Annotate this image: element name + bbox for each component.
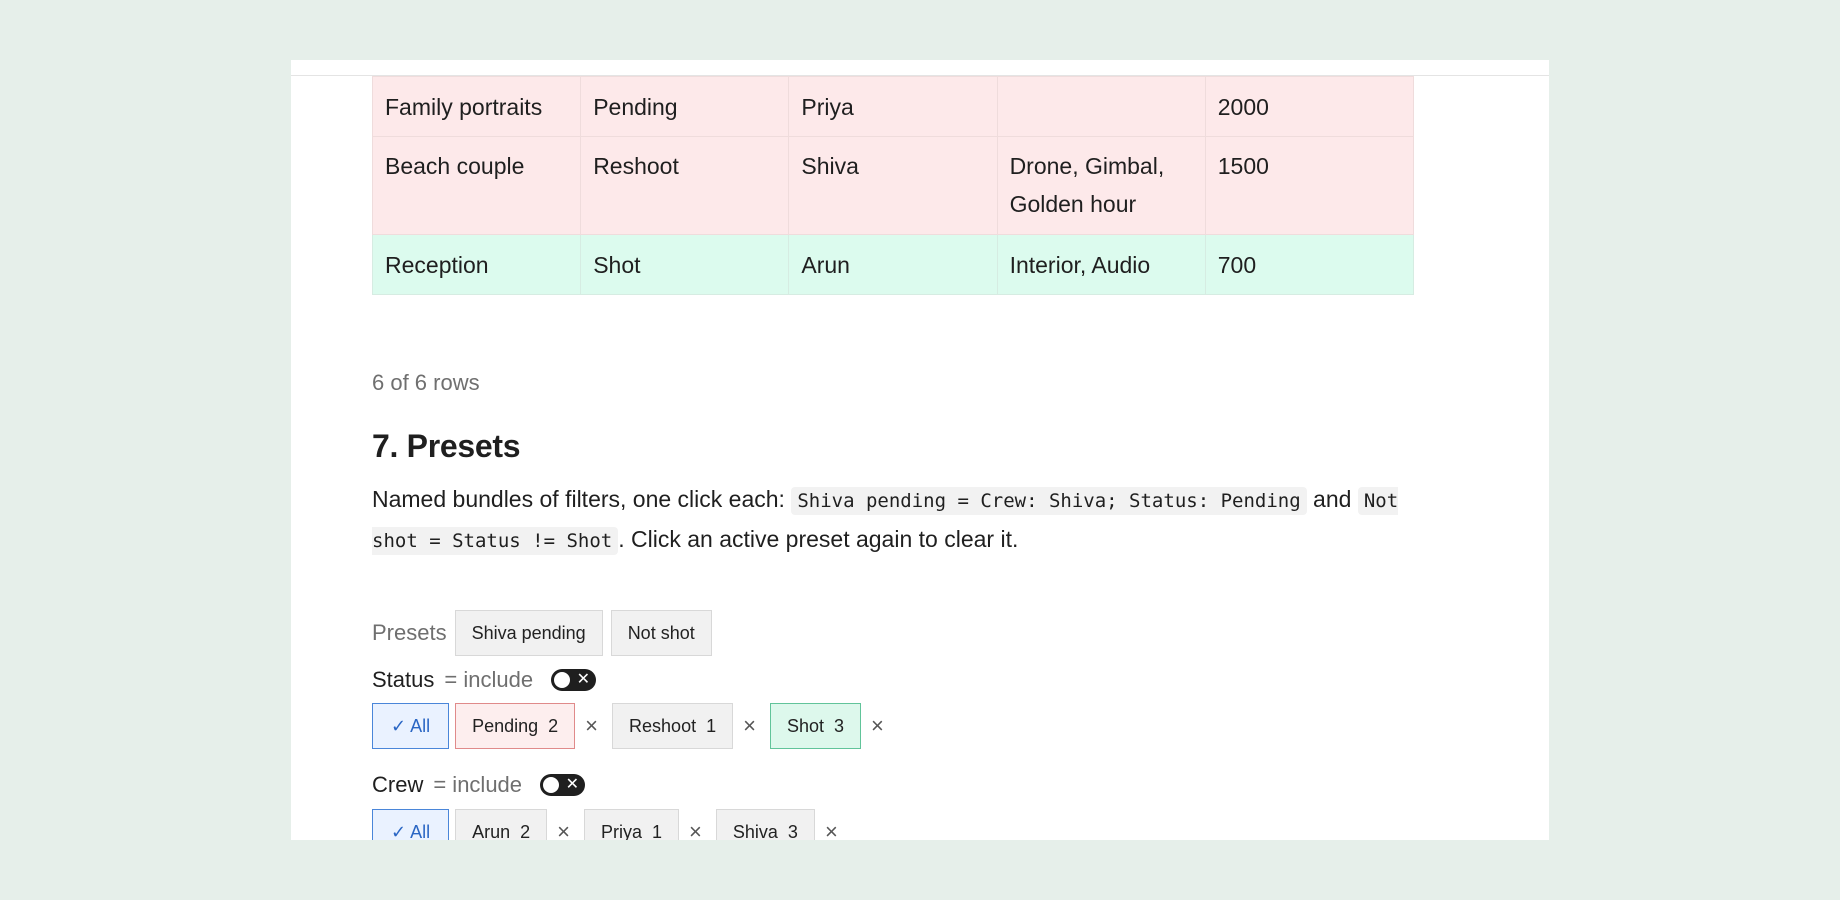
chip-all[interactable]: ✓ All	[372, 809, 450, 840]
table-cell: Reception	[371, 234, 582, 295]
crew-filter-header: Crew = include ✕	[372, 772, 586, 798]
data-table: Family portraits Pending Priya 2000 Beac…	[371, 76, 1415, 295]
remove-icon[interactable]: ×	[871, 713, 884, 739]
chip-priya[interactable]: Priya 1	[584, 809, 680, 841]
preset-button-shiva-pending[interactable]: Shiva pending	[454, 610, 603, 656]
chip-count: 1	[706, 715, 717, 736]
crew-chips: ✓ All Arun 2 × Priya 1 × Shiva 3 ×	[372, 809, 852, 840]
table-cell	[996, 76, 1206, 137]
chip-label: Shot	[786, 715, 824, 736]
table-cell: Family portraits	[371, 76, 582, 137]
table-cell: Interior, Audio	[996, 234, 1206, 295]
section-title: 7. Presets	[372, 428, 521, 464]
chip-shot[interactable]: Shot 3	[769, 703, 861, 749]
page: Family portraits Pending Priya 2000 Beac…	[291, 60, 1549, 840]
include-exclude-toggle[interactable]: ✕	[540, 774, 586, 796]
table-row: Family portraits Pending Priya 2000	[371, 76, 1415, 137]
remove-icon[interactable]: ×	[825, 819, 838, 840]
content: Family portraits Pending Priya 2000 Beac…	[371, 76, 1422, 840]
chip-pending[interactable]: Pending 2	[455, 703, 576, 749]
table-cell: Arun	[788, 234, 998, 295]
table-cell: 2000	[1204, 76, 1415, 137]
chip-count: 3	[833, 715, 844, 736]
table-row: Beach couple Reshoot Shiva Drone, Gimbal…	[371, 136, 1415, 235]
table-cell: Beach couple	[371, 136, 582, 235]
table-cell: Pending	[580, 76, 790, 137]
table-cell: Shiva	[788, 136, 998, 235]
table-cell: Drone, Gimbal, Golden hour	[996, 136, 1206, 235]
remove-icon[interactable]: ×	[585, 713, 598, 739]
chip-count: 1	[652, 821, 663, 841]
chip-count: 3	[787, 821, 798, 841]
remove-icon[interactable]: ×	[743, 713, 756, 739]
table-row: Reception Shot Arun Interior, Audio 700	[371, 234, 1415, 295]
chip-arun[interactable]: Arun 2	[455, 809, 548, 841]
table-cell: Reshoot	[580, 136, 790, 235]
filter-mode: = include	[444, 667, 534, 692]
desc-text: . Click an active preset again to clear …	[618, 526, 1019, 552]
chip-count: 2	[520, 821, 531, 841]
table-cell: 1500	[1204, 136, 1415, 235]
chip-label: Priya	[601, 821, 643, 841]
chip-label: Pending	[472, 715, 539, 736]
remove-icon[interactable]: ×	[689, 819, 702, 840]
presets-bar: Presets Shiva pending Not shot	[372, 610, 712, 656]
code-snippet: Shiva pending = Crew: Shiva; Status: Pen…	[791, 487, 1307, 515]
toggle-knob	[543, 777, 560, 793]
table-cell: Shot	[580, 234, 790, 295]
filter-name: Status	[372, 667, 435, 692]
chip-label: Arun	[472, 821, 511, 841]
filter-mode: = include	[433, 772, 523, 797]
section-description: Named bundles of filters, one click each…	[372, 480, 1432, 560]
preset-button-not-shot[interactable]: Not shot	[610, 610, 712, 656]
close-icon: ✕	[576, 671, 591, 688]
status-filter-header: Status = include ✕	[372, 667, 597, 693]
chip-reshoot[interactable]: Reshoot 1	[612, 703, 734, 749]
table-cell: Priya	[788, 76, 998, 137]
include-exclude-toggle[interactable]: ✕	[551, 669, 597, 691]
chip-shiva[interactable]: Shiva 3	[715, 809, 815, 841]
chip-all[interactable]: ✓ All	[372, 703, 450, 749]
chip-label: Shiva	[732, 821, 778, 841]
close-icon: ✕	[565, 776, 580, 793]
desc-text: and	[1306, 486, 1358, 512]
desc-text: Named bundles of filters, one click each…	[372, 486, 792, 512]
status-chips: ✓ All Pending 2 × Reshoot 1 × Shot 3 ×	[372, 703, 898, 749]
chip-label: Reshoot	[629, 715, 697, 736]
table-cell: 700	[1204, 234, 1415, 295]
chip-count: 2	[548, 715, 559, 736]
row-count: 6 of 6 rows	[372, 370, 480, 395]
filter-name: Crew	[372, 772, 424, 797]
presets-label: Presets	[372, 620, 447, 645]
remove-icon[interactable]: ×	[557, 819, 570, 840]
toggle-knob	[554, 672, 571, 688]
